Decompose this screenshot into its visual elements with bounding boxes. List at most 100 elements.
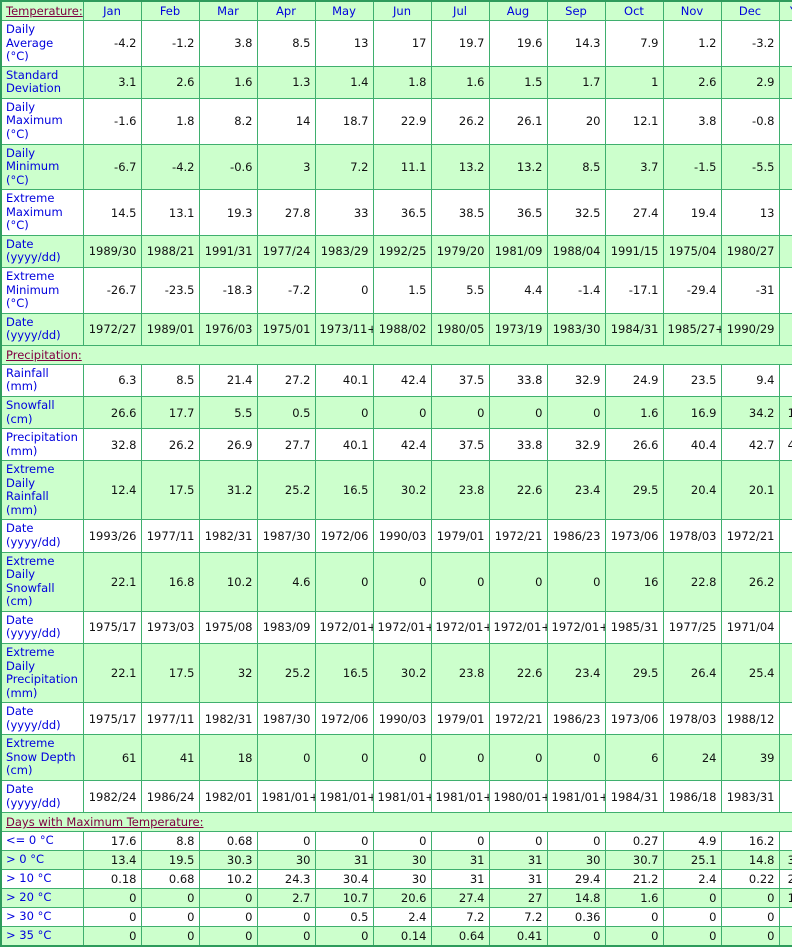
- cell-aug: 31: [488, 869, 548, 890]
- cell-mar: 0: [198, 907, 258, 928]
- cell-may: 1.4: [314, 65, 374, 99]
- cell-nov: 16.9: [662, 395, 722, 430]
- cell-nov: 0: [662, 926, 722, 947]
- cell-may: 31: [314, 850, 374, 871]
- cell-feb: 13.1: [140, 189, 200, 236]
- cell-oct: 7.9: [604, 20, 664, 67]
- cell-oct: -17.1: [604, 267, 664, 314]
- cell-may: 40.1: [314, 428, 374, 462]
- cell-feb: 26.2: [140, 428, 200, 462]
- cell-jan: 0: [82, 926, 142, 947]
- column-header-apr: Apr: [256, 0, 316, 21]
- cell-jun: 1990/03: [372, 702, 432, 736]
- cell-sep: 8.5: [546, 143, 606, 191]
- cell-apr: 4.6: [256, 551, 316, 612]
- cell-dec: 2.9: [720, 65, 780, 99]
- cell-jan: 22.1: [82, 551, 142, 612]
- cell-nov: 2.6: [662, 65, 722, 99]
- cell-dec: -5.5: [720, 143, 780, 191]
- cell-jan: 17.6: [82, 831, 142, 852]
- cell-aug: 0: [488, 831, 548, 852]
- cell-jul: 13.2: [430, 143, 490, 191]
- cell-year: [778, 189, 792, 236]
- cell-dec: 9.4: [720, 363, 780, 397]
- cell-mar: 1982/01: [198, 779, 258, 814]
- cell-dec: 1972/21: [720, 519, 780, 553]
- cell-jul: 1972/01+: [430, 610, 490, 644]
- column-header-aug: Aug: [488, 0, 548, 21]
- cell-jul: 37.5: [430, 363, 490, 397]
- cell-mar: 1982/31: [198, 702, 258, 736]
- cell-jan: 22.1: [82, 642, 142, 704]
- table-row: Snowfall (cm) 26.6 17.7 5.5 0.5 0 0 0 0 0 1.6 16.9 3…: [0, 395, 792, 430]
- cell-apr: 1987/30: [256, 702, 316, 736]
- row-label: Date (yyyy/dd): [0, 519, 84, 553]
- cell-feb: 41: [140, 734, 200, 781]
- table-row: Extreme Minimum (°C) -26.7 -23.5 -18.3 -7.2 0…: [0, 267, 792, 314]
- table-row: Date (yyyy/dd) 1975/17 1973/03 1975/08 1983/…: [0, 610, 792, 644]
- cell-apr: 25.2: [256, 460, 316, 521]
- cell-oct: 12.1: [604, 97, 664, 145]
- cell-nov: 1986/18: [662, 779, 722, 814]
- cell-feb: 1977/11: [140, 702, 200, 736]
- cell-jul: 31: [430, 869, 490, 890]
- cell-dec: 0: [720, 888, 780, 909]
- cell-mar: 8.2: [198, 97, 258, 145]
- cell-mar: 1976/03: [198, 312, 258, 346]
- cell-jul: 26.2: [430, 97, 490, 145]
- table-row: Daily Maximum (°C) -1.6 1.8 8.2 14 18.7 22.9 26…: [0, 97, 792, 145]
- column-header-jun: Jun: [372, 0, 432, 21]
- cell-apr: 1975/01: [256, 312, 316, 346]
- cell-jan: 1975/17: [82, 610, 142, 644]
- table-row: Extreme Daily Snowfall (cm) 22.1 16.8 10.2 4…: [0, 551, 792, 612]
- cell-nov: 1985/27+: [662, 312, 722, 346]
- cell-aug: 7.2: [488, 907, 548, 928]
- cell-oct: 29.5: [604, 642, 664, 704]
- cell-feb: 0: [140, 888, 200, 909]
- row-label: Daily Maximum (°C): [0, 97, 84, 145]
- table-row: > 10 °C 0.18 0.68 10.2 24.3 30.4 30 31 31 29.4 21.…: [0, 869, 792, 890]
- cell-jun: 2.4: [372, 907, 432, 928]
- cell-year: 12.6: [778, 97, 792, 145]
- cell-jul: 19.7: [430, 20, 490, 67]
- cell-jan: 14.5: [82, 189, 142, 236]
- cell-jan: -26.7: [82, 267, 142, 314]
- cell-jan: 1972/27: [82, 312, 142, 346]
- cell-aug: 1.5: [488, 65, 548, 99]
- cell-oct: 1984/31: [604, 312, 664, 346]
- cell-oct: 0: [604, 926, 664, 947]
- cell-sep: 23.4: [546, 460, 606, 521]
- cell-jul: 0: [430, 395, 490, 430]
- cell-sep: 23.4: [546, 642, 606, 704]
- cell-dec: 16.2: [720, 831, 780, 852]
- table-header-row: Temperature: Jan Feb Mar Apr May Jun Jul Aug Sep O…: [0, 0, 792, 21]
- cell-jul: 7.2: [430, 907, 490, 928]
- cell-year: 48.5: [778, 831, 792, 852]
- cell-mar: 1975/08: [198, 610, 258, 644]
- cell-jul: 1979/01: [430, 702, 490, 736]
- cell-oct: 1991/15: [604, 234, 664, 269]
- cell-jun: 30.2: [372, 642, 432, 704]
- cell-feb: 1986/24: [140, 779, 200, 814]
- cell-may: 0: [314, 926, 374, 947]
- cell-dec: 1988/12: [720, 702, 780, 736]
- cell-sep: 32.5: [546, 189, 606, 236]
- cell-apr: 27.7: [256, 428, 316, 462]
- cell-year: 102.9: [778, 395, 792, 430]
- cell-jul: 5.5: [430, 267, 490, 314]
- cell-oct: 16: [604, 551, 664, 612]
- cell-jun: 30: [372, 850, 432, 871]
- cell-may: 7.2: [314, 143, 374, 191]
- row-label: > 10 °C: [0, 869, 84, 890]
- cell-feb: 1988/21: [140, 234, 200, 269]
- column-header-year: Year: [778, 0, 792, 21]
- cell-aug: 22.6: [488, 642, 548, 704]
- cell-apr: 24.3: [256, 869, 316, 890]
- cell-mar: 30.3: [198, 850, 258, 871]
- cell-oct: 1973/06: [604, 519, 664, 553]
- cell-oct: 1.6: [604, 395, 664, 430]
- cell-may: 33: [314, 189, 374, 236]
- cell-jul: 1.6: [430, 65, 490, 99]
- column-header-sep: Sep: [546, 0, 606, 21]
- cell-mar: 21.4: [198, 363, 258, 397]
